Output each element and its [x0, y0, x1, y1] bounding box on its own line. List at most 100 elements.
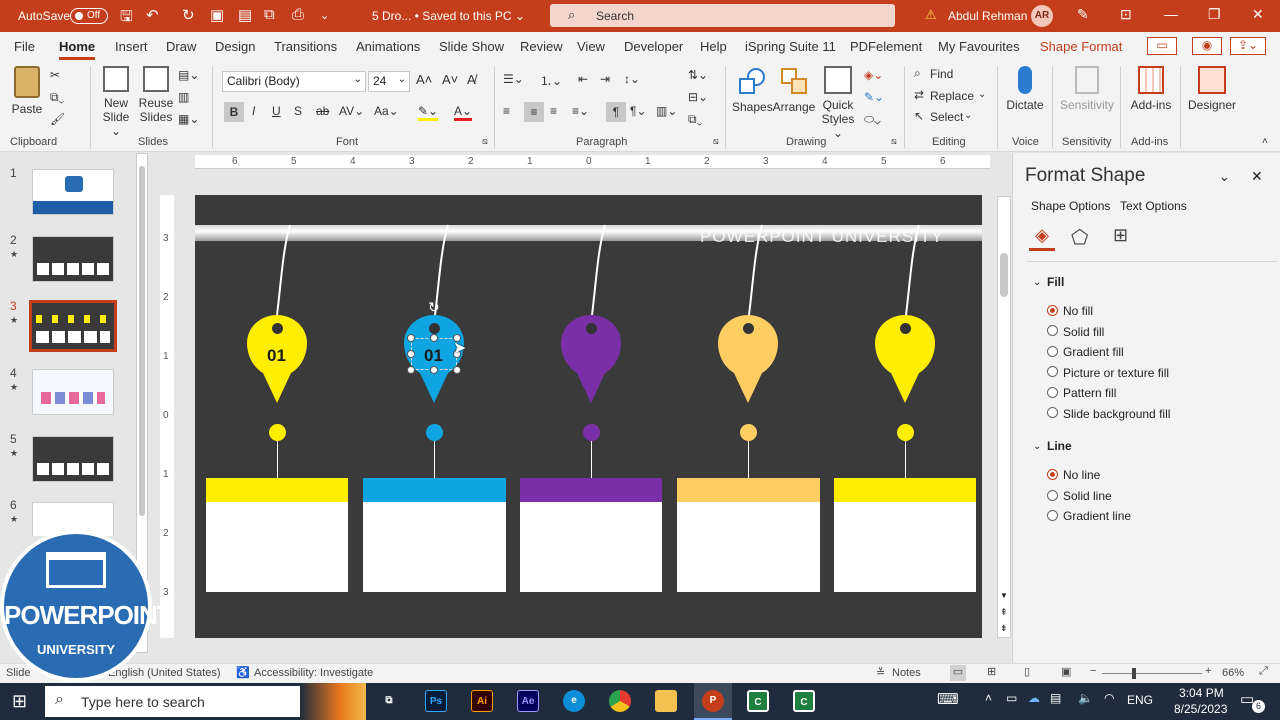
decrease-indent-icon[interactable]: ⇤: [578, 72, 588, 86]
cloud-icon[interactable]: ☁: [1028, 691, 1040, 705]
tab-home[interactable]: Home: [59, 39, 96, 60]
designer-button[interactable]: Designer: [1186, 66, 1238, 112]
notes-button[interactable]: Notes: [892, 667, 921, 679]
language-indicator[interactable]: ENG: [1127, 693, 1153, 707]
document-title[interactable]: 5 Dro... • Saved to this PC ⌄: [372, 9, 525, 23]
warning-icon[interactable]: ⚠: [925, 7, 937, 23]
bullets-icon[interactable]: ☰⌄: [503, 72, 524, 86]
chevron-down-icon[interactable]: ⌄: [1219, 169, 1230, 185]
pattern-fill-label[interactable]: Pattern fill: [1063, 386, 1116, 400]
battery-icon[interactable]: ▭: [1006, 691, 1017, 705]
new-slide-button[interactable]: New Slide ⌄: [98, 66, 134, 138]
chevron-down-icon[interactable]: ⌄: [1033, 441, 1041, 452]
highlight-icon[interactable]: ✎⌄: [418, 104, 439, 121]
camtasia-icon[interactable]: C: [747, 690, 769, 712]
minimize-icon[interactable]: —: [1164, 6, 1178, 22]
resize-handle[interactable]: [430, 334, 438, 342]
language-indicator[interactable]: English (United States): [108, 667, 221, 679]
reading-view-icon[interactable]: ▯: [1024, 665, 1030, 678]
show-hidden-icons[interactable]: ˄: [985, 691, 992, 705]
no-fill-label[interactable]: No fill: [1063, 304, 1093, 318]
pen-icon[interactable]: ✎: [1077, 6, 1089, 23]
resize-handle[interactable]: [430, 366, 438, 374]
card-header-2[interactable]: [363, 478, 506, 502]
radio-picture-fill[interactable]: [1047, 366, 1058, 377]
avatar[interactable]: AR: [1031, 5, 1053, 27]
zoom-slider[interactable]: [1102, 673, 1202, 674]
scroll-down-icon[interactable]: ▼: [1000, 591, 1008, 600]
tab-review[interactable]: Review: [520, 39, 563, 54]
tab-shape-options[interactable]: Shape Options: [1031, 199, 1110, 213]
zoom-in-icon[interactable]: +: [1205, 665, 1211, 677]
slide-sorter-icon[interactable]: ⊞: [987, 665, 996, 678]
select-icon[interactable]: ↖: [914, 109, 924, 123]
tab-text-options[interactable]: Text Options: [1120, 199, 1187, 213]
solid-fill-label[interactable]: Solid fill: [1063, 325, 1104, 339]
tab-animations[interactable]: Animations: [356, 39, 420, 54]
shape-outline-icon[interactable]: ✎⌄: [864, 90, 884, 104]
clock-date[interactable]: 8/25/2023: [1174, 702, 1227, 716]
align-right-icon[interactable]: ≡: [550, 104, 557, 118]
copy-icon[interactable]: ⧉⌄: [50, 90, 64, 105]
card-body-3[interactable]: [520, 502, 662, 592]
slideshow-view-icon[interactable]: ▣: [1061, 665, 1071, 678]
reset-icon[interactable]: ▥: [178, 90, 189, 104]
numbering-icon[interactable]: ⒈⌄: [540, 72, 562, 89]
justify-icon[interactable]: ≡⌄: [572, 104, 589, 118]
slide-indicator[interactable]: Slide: [6, 667, 30, 679]
after-effects-icon[interactable]: Ae: [517, 690, 539, 712]
chevron-down-icon[interactable]: ⌄: [1033, 277, 1041, 288]
shrink-font-icon[interactable]: A˅: [442, 72, 458, 87]
shapes-button[interactable]: Shapes: [732, 66, 773, 114]
undo-icon[interactable]: ↶: [146, 6, 159, 24]
chrome-icon[interactable]: [609, 690, 631, 712]
file-explorer-icon[interactable]: [655, 690, 677, 712]
redo-icon[interactable]: ↻: [182, 6, 195, 24]
select-button[interactable]: Select: [930, 110, 963, 124]
radio-solid-line[interactable]: [1047, 490, 1058, 501]
underline-icon[interactable]: U: [272, 104, 281, 118]
taskbar-search[interactable]: ⌕ Type here to search: [45, 686, 300, 717]
zoom-level[interactable]: 66%: [1222, 667, 1244, 679]
fit-to-window-icon[interactable]: ⤢: [1259, 665, 1268, 678]
cut-icon[interactable]: ✂: [50, 68, 60, 82]
photoshop-icon[interactable]: Ps: [425, 690, 447, 712]
italic-icon[interactable]: I: [252, 104, 255, 118]
tab-view[interactable]: View: [577, 39, 605, 54]
ribbon-display-icon[interactable]: ⊡: [1120, 6, 1132, 23]
user-name[interactable]: Abdul Rehman: [948, 9, 1027, 23]
clock-time[interactable]: 3:04 PM: [1179, 686, 1224, 700]
card-body-1[interactable]: [206, 502, 348, 592]
search-box[interactable]: ⌕ Search: [550, 4, 895, 27]
slide-thumbnail-3[interactable]: [29, 300, 117, 352]
tab-ispring[interactable]: iSpring Suite 11: [745, 39, 836, 54]
card-header-4[interactable]: [677, 478, 820, 502]
maximize-icon[interactable]: ❐: [1208, 6, 1221, 23]
fill-section-header[interactable]: Fill: [1047, 275, 1064, 289]
dictate-button[interactable]: Dictate: [1004, 66, 1046, 112]
comments-icon[interactable]: ▭: [1147, 37, 1177, 55]
font-family-select[interactable]: Calibri (Body) ⌄: [222, 71, 366, 92]
slide-thumbnail-1[interactable]: [32, 169, 114, 215]
editor-scrollbar[interactable]: ▼ ⇞ ⇟: [997, 196, 1011, 638]
start-from-beginning-icon[interactable]: ▤: [238, 6, 252, 24]
radio-no-line[interactable]: [1047, 469, 1058, 480]
autosave-toggle[interactable]: Off: [70, 8, 108, 24]
strikethrough-icon[interactable]: ab: [316, 104, 329, 118]
font-color-icon[interactable]: A⌄: [454, 104, 473, 121]
arrange-button[interactable]: Arrange: [772, 66, 816, 114]
card-header-3[interactable]: [520, 478, 662, 502]
customize-qat-icon[interactable]: ⌄: [320, 9, 329, 22]
fill-line-icon[interactable]: ◈: [1029, 225, 1055, 251]
close-icon[interactable]: ✕: [1251, 168, 1263, 185]
slide-thumbnail-4[interactable]: [32, 369, 114, 415]
align-text-icon[interactable]: ⊟⌄: [688, 90, 708, 104]
layout-icon[interactable]: ▤⌄: [178, 68, 199, 82]
radio-gradient-line[interactable]: [1047, 510, 1058, 521]
paste-button[interactable]: Paste: [8, 66, 46, 116]
ltr-icon[interactable]: ¶: [606, 102, 626, 122]
keyboard-icon[interactable]: ⌨: [937, 690, 959, 708]
close-icon[interactable]: ✕: [1252, 6, 1264, 23]
share-icon[interactable]: ⇪⌄: [1230, 37, 1266, 55]
line-spacing-icon[interactable]: ↕⌄: [624, 72, 640, 86]
